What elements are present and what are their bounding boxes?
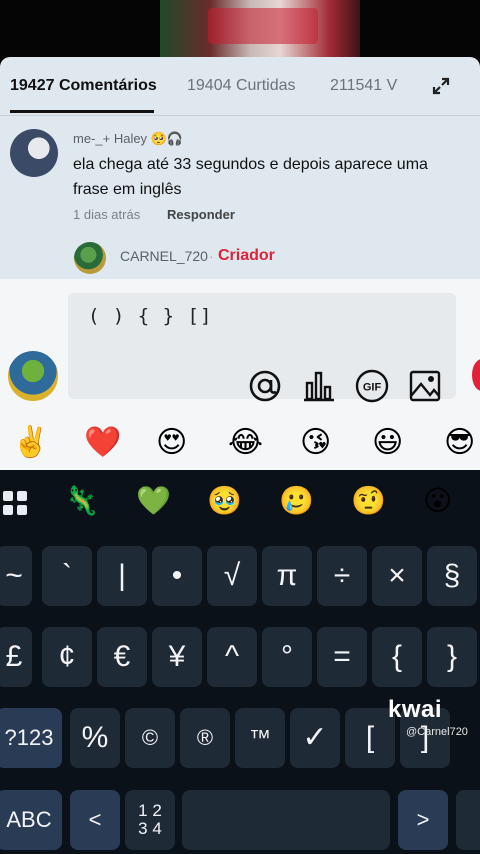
tab-likes[interactable]: 19404 Curtidas <box>187 77 296 95</box>
reaction-emoji[interactable]: 😂 <box>228 424 263 462</box>
kwai-watermark: kwai @Carnel720 <box>388 696 468 738</box>
key[interactable]: © <box>125 708 175 768</box>
tab-comments[interactable]: 19427 Comentários <box>10 77 157 95</box>
comment-composer: ( ) { } [] GIF ✌️ ❤️ 😍 😂 😘 😃 😎 <box>0 279 480 470</box>
comment-username[interactable]: me-_+ Haley 🥺🎧 <box>73 131 183 147</box>
key[interactable]: ` <box>42 546 92 606</box>
key[interactable]: ✓ <box>290 708 340 768</box>
video-thumbnail <box>160 0 360 57</box>
emoji-key[interactable]: 😮 <box>423 482 452 520</box>
reaction-emoji[interactable]: ❤️ <box>84 424 121 462</box>
keyboard: 🦎 💚 🥹 🥲 🤨 😮 ~ ` | • √ π ÷ × § £ ¢ € ¥ ^ … <box>0 470 480 854</box>
key[interactable]: ÷ <box>317 546 367 606</box>
reaction-emoji[interactable]: 😃 <box>372 424 403 462</box>
key[interactable]: ¢ <box>42 627 92 687</box>
reply-button[interactable]: Responder <box>167 207 235 222</box>
cursor-left-key[interactable]: < <box>70 790 120 850</box>
tab-views[interactable]: 211541 V <box>330 77 397 95</box>
space-key[interactable] <box>182 790 390 850</box>
avatar[interactable] <box>10 129 58 177</box>
emoji-key[interactable]: 💚 <box>136 482 171 520</box>
key[interactable]: ® <box>180 708 230 768</box>
key[interactable]: ~ <box>0 546 32 606</box>
key[interactable]: • <box>152 546 202 606</box>
key[interactable]: € <box>97 627 147 687</box>
key[interactable]: ^ <box>207 627 257 687</box>
watermark-handle: @Carnel720 <box>406 726 468 738</box>
comment-input-value: ( ) { } [] <box>88 305 213 327</box>
at-icon[interactable] <box>248 369 282 403</box>
chart-icon[interactable] <box>302 369 336 403</box>
reply-username[interactable]: CARNEL_720 <box>120 248 208 264</box>
key[interactable] <box>456 790 480 850</box>
key[interactable]: § <box>427 546 477 606</box>
comment-input[interactable]: ( ) { } [] GIF <box>68 293 456 403</box>
creator-badge: Criador <box>218 247 275 264</box>
reaction-emoji[interactable]: 😘 <box>300 424 331 462</box>
separator: · <box>209 248 214 264</box>
key[interactable]: } <box>427 627 477 687</box>
comment-time: 1 dias atrás <box>73 207 141 222</box>
comments-panel: 19427 Comentários 19404 Curtidas 211541 … <box>0 57 480 279</box>
emoji-key[interactable]: 🥲 <box>279 482 314 520</box>
emoji-key[interactable]: 🤨 <box>351 482 386 520</box>
expand-icon[interactable] <box>432 77 450 95</box>
key[interactable]: ° <box>262 627 312 687</box>
key[interactable]: π <box>262 546 312 606</box>
key[interactable]: % <box>70 708 120 768</box>
key[interactable]: { <box>372 627 422 687</box>
page-toggle-key[interactable]: 1 2 3 4 <box>125 790 175 850</box>
reaction-emoji[interactable]: 😍 <box>156 424 187 462</box>
tab-bar: 19427 Comentários 19404 Curtidas 211541 … <box>0 57 480 115</box>
divider <box>0 115 480 116</box>
gif-icon[interactable]: GIF <box>355 369 389 403</box>
comment-text: ela chega até 33 segundos e depois apare… <box>73 156 428 198</box>
active-tab-indicator <box>10 110 154 113</box>
emoji-key[interactable]: 🥹 <box>207 482 242 520</box>
key[interactable]: × <box>372 546 422 606</box>
symbols-toggle-key[interactable]: ?123 <box>0 708 62 768</box>
send-button[interactable] <box>472 359 480 391</box>
gif-label: GIF <box>363 382 382 394</box>
emoji-key[interactable]: 🦎 <box>64 482 99 520</box>
quick-reactions: ✌️ ❤️ 😍 😂 😘 😃 😎 <box>0 424 480 464</box>
creator-avatar[interactable] <box>74 242 106 274</box>
image-icon[interactable] <box>408 369 442 403</box>
screen: 19427 Comentários 19404 Curtidas 211541 … <box>0 0 480 854</box>
video-preview[interactable] <box>0 0 480 57</box>
key[interactable]: | <box>97 546 147 606</box>
reaction-emoji[interactable]: ✌️ <box>12 424 49 462</box>
reaction-emoji[interactable]: 😎 <box>444 424 475 462</box>
key[interactable]: ™ <box>235 708 285 768</box>
emoji-suggestions: 🦎 💚 🥹 🥲 🤨 😮 <box>0 482 480 522</box>
cursor-right-key[interactable]: > <box>398 790 448 850</box>
kwai-logo: kwai <box>388 696 443 723</box>
key[interactable]: √ <box>207 546 257 606</box>
key[interactable]: ¥ <box>152 627 202 687</box>
key[interactable]: = <box>317 627 367 687</box>
key[interactable]: £ <box>0 627 32 687</box>
my-avatar <box>8 351 58 401</box>
abc-toggle-key[interactable]: ABC <box>0 790 62 850</box>
